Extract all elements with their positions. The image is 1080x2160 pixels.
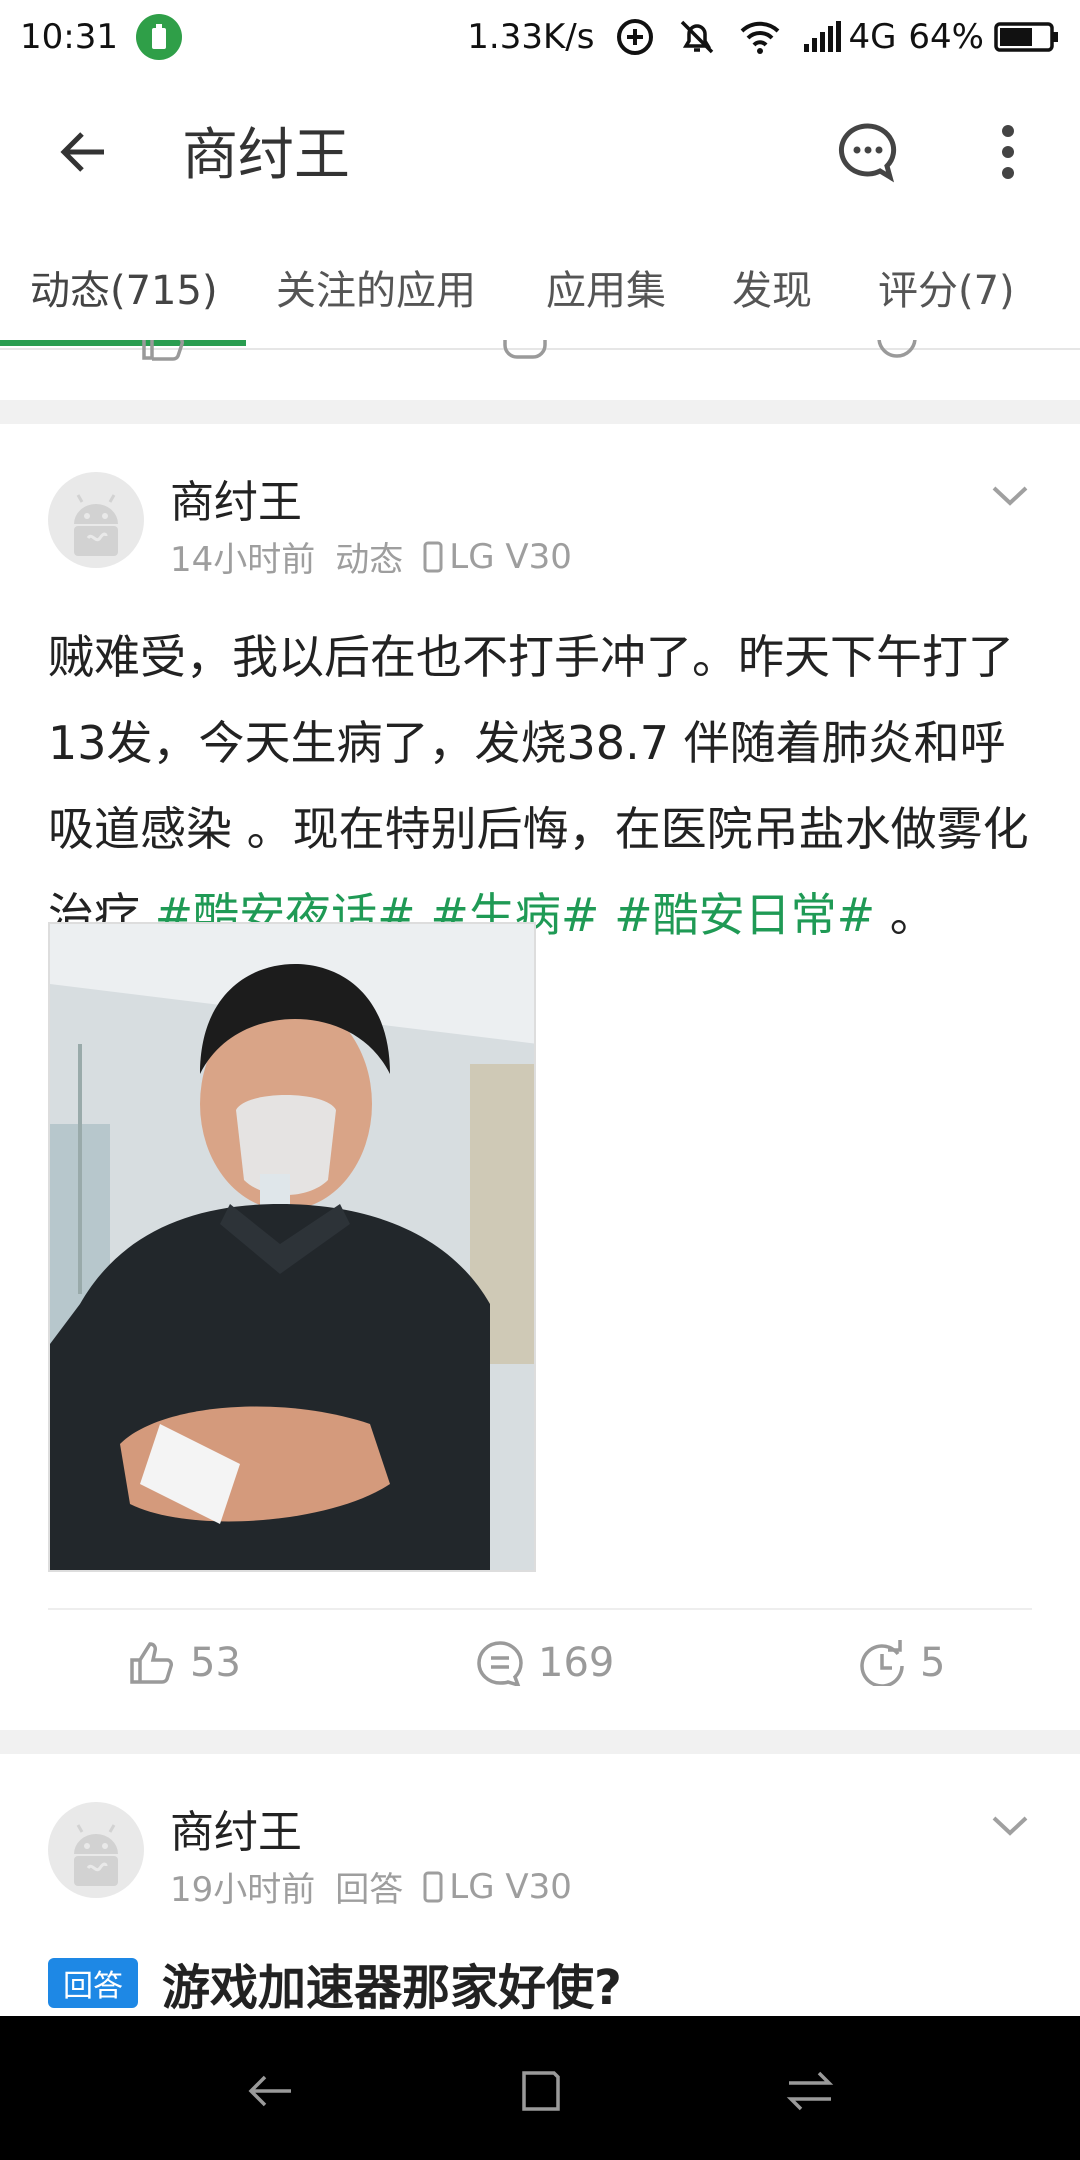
tab-followed-apps[interactable]: 关注的应用 [276, 258, 476, 316]
thumb-up-icon [130, 1642, 173, 1684]
wifi-icon [738, 19, 782, 55]
post-time: 14小时前 [170, 540, 316, 580]
nav-switch-icon [786, 2071, 834, 2111]
previous-card-actions [0, 340, 1080, 362]
android-avatar-icon [74, 1824, 118, 1886]
comment-icon [503, 340, 547, 359]
tab-bar: 动态(715) 关注的应用 应用集 发现 评分(7) [0, 228, 1080, 348]
feed-gap [0, 400, 1080, 424]
battery-icon [994, 21, 1060, 53]
like-count: 53 [190, 1640, 241, 1686]
chat-bubble-icon [838, 123, 897, 183]
hashtag-link[interactable]: #酷安日常# [614, 888, 875, 942]
answer-badge: 回答 [48, 1958, 138, 2008]
avatar[interactable] [48, 472, 144, 568]
android-avatar-icon [74, 494, 118, 556]
share-icon [860, 1640, 904, 1686]
network-type: 4G [848, 17, 897, 57]
nav-square-icon [522, 2071, 560, 2111]
post-photo[interactable] [48, 922, 536, 1572]
more-vertical-icon [1002, 125, 1014, 179]
post-time: 19小时前 [170, 1870, 316, 1910]
chat-button[interactable] [826, 110, 910, 194]
avatar[interactable] [48, 1802, 144, 1898]
data-saver-icon [614, 16, 656, 58]
share-button[interactable]: 5 [858, 1640, 945, 1686]
battery-percent: 64% [908, 17, 984, 57]
post-device: LG V30 [423, 1867, 572, 1907]
nav-recents-button[interactable] [775, 2056, 845, 2126]
more-menu-button[interactable] [984, 110, 1032, 194]
chevron-down-icon [992, 1816, 1028, 1836]
nav-back-button[interactable] [235, 2056, 305, 2126]
comment-icon [477, 1641, 523, 1686]
tab-ratings[interactable]: 评分(7) [878, 258, 1015, 316]
post-meta: 19小时前 回答 LG V30 [170, 1862, 572, 1911]
tab-app-collections[interactable]: 应用集 [546, 258, 666, 316]
expand-button[interactable] [984, 470, 1036, 522]
post-type: 动态 [335, 540, 404, 580]
expand-button[interactable] [984, 1800, 1036, 1852]
post-author[interactable]: 商纣王 [170, 466, 302, 530]
battery-saver-icon [135, 14, 182, 60]
post-author[interactable]: 商纣王 [170, 1796, 302, 1860]
net-speed: 1.33K/s [467, 17, 595, 57]
post-device: LG V30 [423, 537, 572, 577]
back-button[interactable] [48, 116, 120, 188]
chevron-down-icon [992, 486, 1028, 506]
like-button[interactable]: 53 [128, 1640, 241, 1686]
comment-count: 169 [538, 1640, 615, 1686]
nav-back-icon [248, 2075, 291, 2107]
share-count: 5 [920, 1640, 946, 1686]
post-body: 贼难受，我以后在也不打手冲了。昨天下午打了13发，今天生病了，发烧38.7 伴随… [48, 614, 1038, 958]
system-nav-bar [0, 2016, 1080, 2160]
tab-discover[interactable]: 发现 [732, 258, 812, 316]
phone-icon [423, 541, 443, 572]
post-meta: 14小时前 动态 LG V30 [170, 532, 572, 581]
status-bar: 10:31 1.33K/s 4G 64% [0, 0, 1080, 74]
status-time: 10:31 [20, 17, 118, 57]
feed-gap [0, 1730, 1080, 1754]
nav-home-button[interactable] [505, 2056, 575, 2126]
post-type: 回答 [335, 1870, 404, 1910]
arrow-left-icon [60, 132, 104, 172]
thumb-up-icon [142, 340, 184, 361]
phone-icon [423, 1871, 443, 1902]
question-title[interactable]: 游戏加速器那家好使? [162, 1948, 622, 2018]
post-text-end: 。 [875, 888, 936, 942]
actions-divider [48, 1608, 1032, 1610]
app-bar: 商纣王 [0, 74, 1080, 228]
post-device-name: LG V30 [449, 1866, 572, 1907]
share-icon [877, 340, 917, 358]
post-device-name: LG V30 [449, 536, 572, 577]
comment-button[interactable]: 169 [476, 1640, 614, 1686]
mute-bell-icon [676, 16, 718, 58]
tab-dynamics[interactable]: 动态(715) [30, 258, 218, 316]
signal-icon [802, 20, 842, 54]
page-title: 商纣王 [182, 123, 350, 188]
